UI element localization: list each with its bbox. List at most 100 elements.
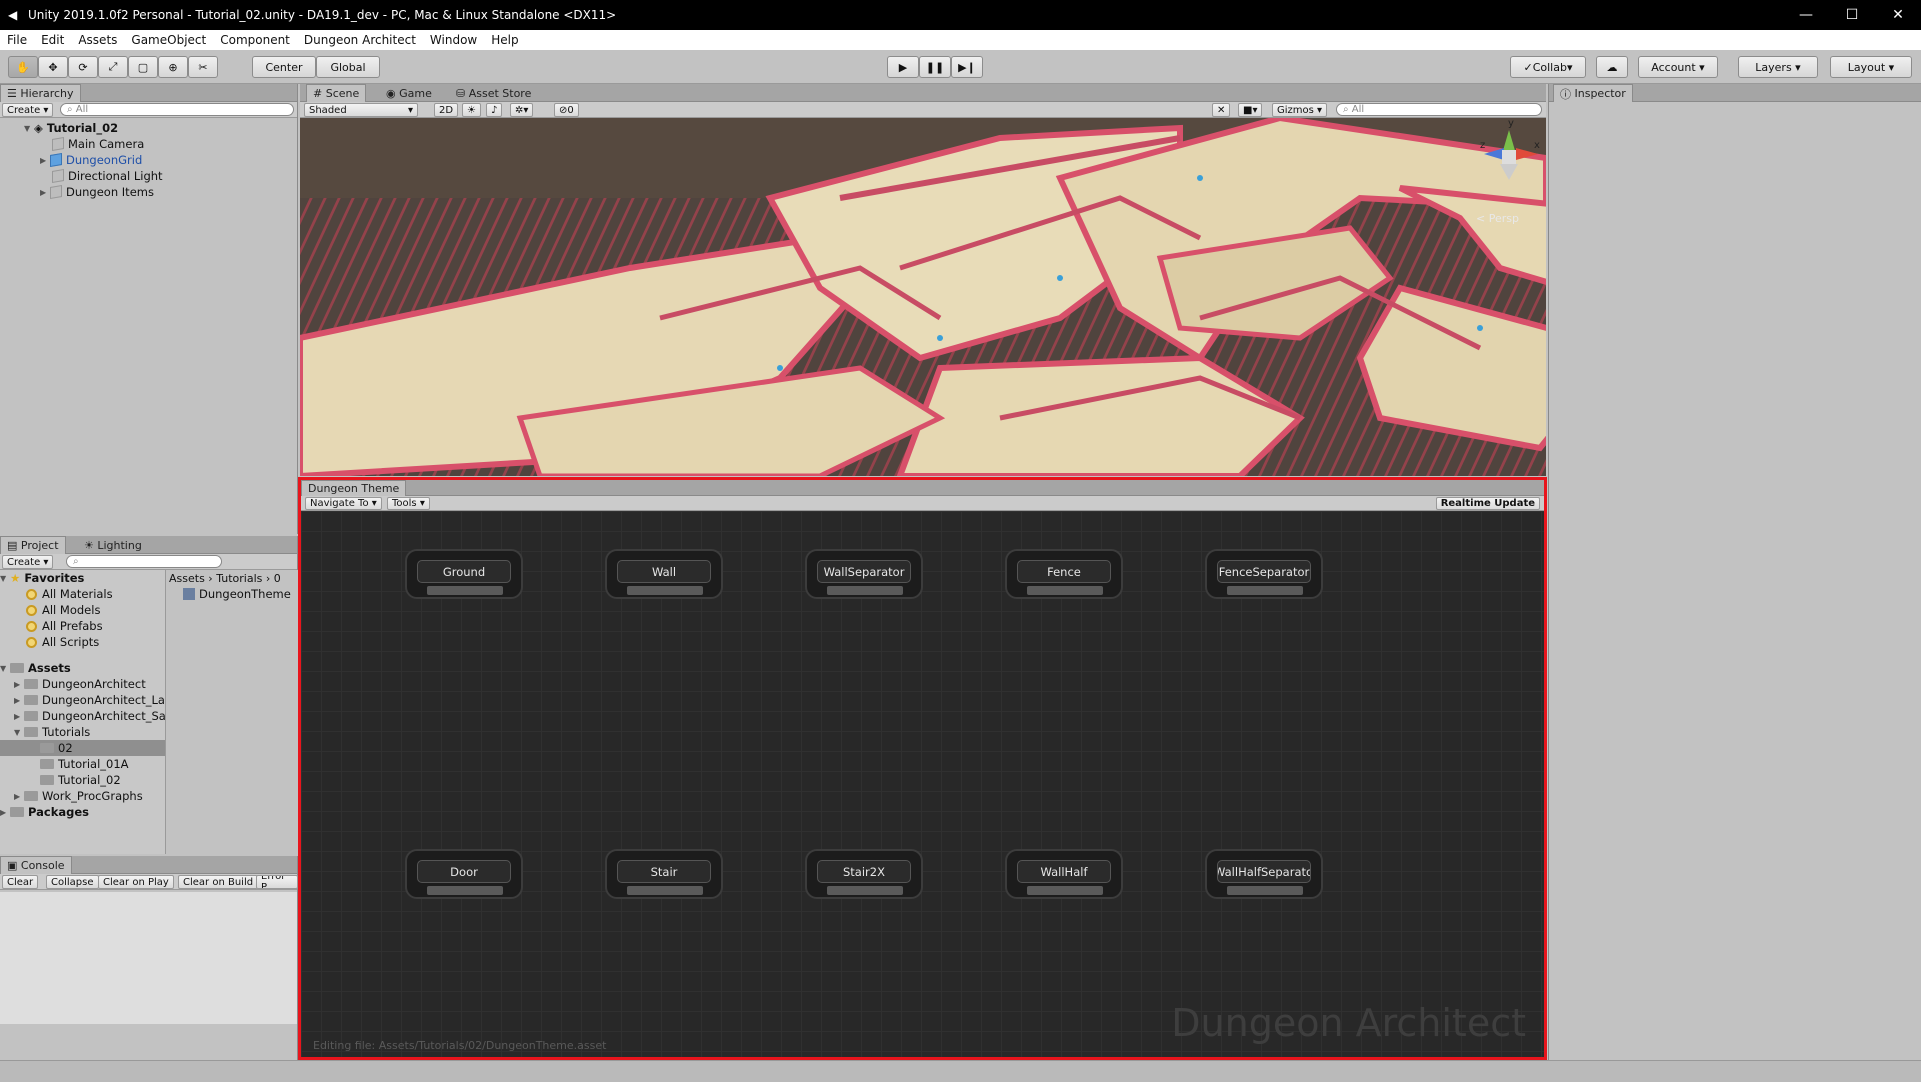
move-tool-icon[interactable]: ✥ <box>38 56 68 78</box>
hidden-objects-toggle[interactable]: ⊘ 0 <box>554 103 579 117</box>
tab-asset-store[interactable]: ⛁ Asset Store <box>450 84 537 102</box>
theme-node-wallseparator[interactable]: WallSeparator <box>805 549 923 599</box>
node-output-pin[interactable] <box>827 586 903 595</box>
node-output-pin[interactable] <box>627 586 703 595</box>
tab-scene[interactable]: # Scene <box>306 84 367 102</box>
menu-gameobject[interactable]: GameObject <box>124 33 213 47</box>
console-collapse-button[interactable]: Collapse <box>46 875 99 889</box>
theme-node-wallhalfseparator[interactable]: WallHalfSeparator <box>1205 849 1323 899</box>
folder-02-selected[interactable]: 02 <box>0 740 165 756</box>
theme-node-door[interactable]: Door <box>405 849 523 899</box>
theme-node-fence[interactable]: Fence <box>1005 549 1123 599</box>
menu-component[interactable]: Component <box>213 33 297 47</box>
packages-header[interactable]: ▶ Packages <box>0 804 89 820</box>
gizmos-dropdown[interactable]: Gizmos ▾ <box>1272 103 1328 117</box>
scene-root-item[interactable]: ▼ ◈ Tutorial_02 <box>24 120 118 136</box>
theme-node-stair2x[interactable]: Stair2X <box>805 849 923 899</box>
project-search-input[interactable]: ⌕ <box>66 555 222 568</box>
2d-toggle-button[interactable]: 2D <box>434 103 459 117</box>
node-output-pin[interactable] <box>1027 586 1103 595</box>
node-output-pin[interactable] <box>1027 886 1103 895</box>
step-button[interactable]: ▶❙ <box>951 56 983 78</box>
play-button[interactable]: ▶ <box>887 56 919 78</box>
node-output-pin[interactable] <box>427 886 503 895</box>
menu-dungeon-architect[interactable]: Dungeon Architect <box>297 33 423 47</box>
theme-node-stair[interactable]: Stair <box>605 849 723 899</box>
hierarchy-item-dungeon-items[interactable]: ▶ Dungeon Items <box>40 184 154 200</box>
hand-tool-icon[interactable]: ✋ <box>8 56 38 78</box>
menu-help[interactable]: Help <box>484 33 525 47</box>
collab-button[interactable]: ✓ Collab ▾ <box>1510 56 1586 78</box>
folder-tutorials[interactable]: ▼ Tutorials <box>14 724 90 740</box>
menu-assets[interactable]: Assets <box>71 33 124 47</box>
cloud-icon[interactable]: ☁ <box>1596 56 1628 78</box>
node-output-pin[interactable] <box>827 886 903 895</box>
theme-node-wall[interactable]: Wall <box>605 549 723 599</box>
realtime-update-toggle[interactable]: Realtime Update <box>1435 497 1540 510</box>
tab-console[interactable]: ▣ Console <box>0 856 72 874</box>
scale-tool-icon[interactable]: ⤢ <box>98 56 128 78</box>
rect-tool-icon[interactable]: ▢ <box>128 56 158 78</box>
theme-graph-canvas[interactable]: Ground Wall WallSeparator Fence FenceSep… <box>301 511 1544 1057</box>
console-clear-on-play-button[interactable]: Clear on Play <box>98 875 174 889</box>
node-output-pin[interactable] <box>1227 586 1303 595</box>
project-create-button[interactable]: Create ▾ <box>2 555 54 569</box>
tab-hierarchy[interactable]: ☰ Hierarchy <box>0 84 81 102</box>
console-clear-on-build-button[interactable]: Clear on Build <box>178 875 259 889</box>
tab-lighting[interactable]: ☀ Lighting <box>78 536 148 554</box>
console-error-pause-button[interactable]: Error P. <box>256 875 298 889</box>
tools-dropdown[interactable]: Tools ▾ <box>387 497 430 510</box>
pivot-global-button[interactable]: Global <box>316 56 380 78</box>
theme-node-wallhalf[interactable]: WallHalf <box>1005 849 1123 899</box>
tab-project[interactable]: ▤ Project <box>0 536 66 554</box>
favorite-all-materials[interactable]: All Materials <box>26 586 113 602</box>
menu-edit[interactable]: Edit <box>34 33 71 47</box>
folder-dungeonarchitect[interactable]: ▶ DungeonArchitect <box>14 676 146 692</box>
layers-dropdown[interactable]: Layers ▾ <box>1738 56 1818 78</box>
theme-node-ground[interactable]: Ground <box>405 549 523 599</box>
folder-dungeonarchitect-sa[interactable]: ▶ DungeonArchitect_Sa <box>14 708 166 724</box>
favorites-header[interactable]: ▼ ★ Favorites <box>0 570 84 586</box>
menu-window[interactable]: Window <box>423 33 484 47</box>
navigate-to-dropdown[interactable]: Navigate To ▾ <box>305 497 382 510</box>
asset-dungeontheme[interactable]: DungeonTheme <box>183 586 291 602</box>
folder-dungeonarchitect-la[interactable]: ▶ DungeonArchitect_La <box>14 692 165 708</box>
tab-game[interactable]: ◉ Game <box>380 84 438 102</box>
camera-dropdown-icon[interactable]: ■▾ <box>1238 103 1263 117</box>
assets-header[interactable]: ▼ Assets <box>0 660 71 676</box>
scene-search-input[interactable]: ⌕ All <box>1336 103 1542 116</box>
tools-toggle-icon[interactable]: ✕ <box>1212 103 1231 117</box>
account-dropdown[interactable]: Account ▾ <box>1638 56 1718 78</box>
favorite-all-models[interactable]: All Models <box>26 602 100 618</box>
effects-dropdown-icon[interactable]: ✲▾ <box>510 103 534 117</box>
console-clear-button[interactable]: Clear <box>2 875 39 889</box>
folder-tutorial-01a[interactable]: Tutorial_01A <box>40 756 129 772</box>
minimize-button[interactable]: — <box>1783 0 1829 30</box>
node-output-pin[interactable] <box>427 586 503 595</box>
hierarchy-create-button[interactable]: Create ▾ <box>2 103 54 117</box>
folder-work-procgraphs[interactable]: ▶ Work_ProcGraphs <box>14 788 143 804</box>
lighting-toggle-icon[interactable]: ☀ <box>462 103 481 117</box>
breadcrumb-assets[interactable]: Assets <box>169 572 205 585</box>
breadcrumb-02[interactable]: 0 <box>274 572 281 585</box>
transform-tool-icon[interactable]: ⊕ <box>158 56 188 78</box>
tab-inspector[interactable]: ⓘ Inspector <box>1553 84 1633 102</box>
pause-button[interactable]: ❚❚ <box>919 56 951 78</box>
tab-dungeon-theme[interactable]: Dungeon Theme <box>301 480 407 496</box>
hierarchy-search-input[interactable]: ⌕ All <box>60 103 294 116</box>
rotate-tool-icon[interactable]: ⟳ <box>68 56 98 78</box>
node-output-pin[interactable] <box>627 886 703 895</box>
audio-toggle-icon[interactable]: ♪ <box>486 103 503 117</box>
close-button[interactable]: ✕ <box>1875 0 1921 30</box>
breadcrumb-tutorials[interactable]: Tutorials <box>216 572 262 585</box>
maximize-button[interactable]: ☐ <box>1829 0 1875 30</box>
favorite-all-prefabs[interactable]: All Prefabs <box>26 618 103 634</box>
hierarchy-item-directional-light[interactable]: Directional Light <box>52 168 163 184</box>
scene-viewport[interactable]: y x z < Persp <box>300 118 1546 476</box>
node-output-pin[interactable] <box>1227 886 1303 895</box>
hierarchy-item-main-camera[interactable]: Main Camera <box>52 136 144 152</box>
favorite-all-scripts[interactable]: All Scripts <box>26 634 99 650</box>
menu-file[interactable]: File <box>0 33 34 47</box>
hierarchy-item-dungeongrid[interactable]: ▶ DungeonGrid <box>40 152 142 168</box>
folder-tutorial-02[interactable]: Tutorial_02 <box>40 772 121 788</box>
